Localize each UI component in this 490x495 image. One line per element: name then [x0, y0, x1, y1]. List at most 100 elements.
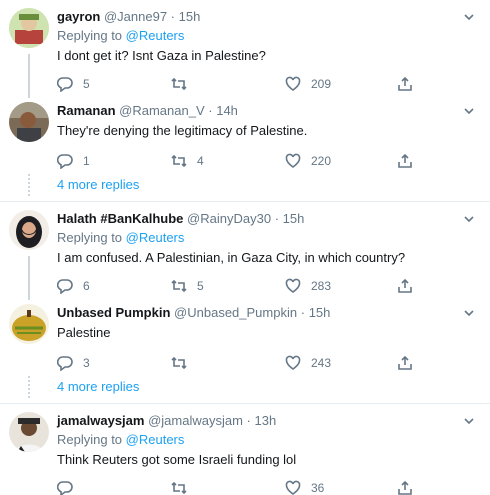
tweet-5[interactable]: jamalwaysjam @jamalwaysjam · 13h Replyin…	[0, 412, 490, 495]
reply-button[interactable]: 3	[57, 353, 90, 373]
reply-count: 5	[83, 77, 90, 91]
reply-button[interactable]: 6	[57, 276, 90, 296]
mention-link[interactable]: @Reuters	[126, 230, 185, 245]
tweet-text: Think Reuters got some Israeli funding l…	[57, 452, 297, 467]
avatar[interactable]	[9, 210, 49, 250]
show-more-replies-link[interactable]: 4 more replies	[57, 379, 139, 394]
share-button[interactable]	[397, 478, 413, 495]
avatar[interactable]	[9, 304, 49, 344]
chevron-down-icon	[464, 216, 474, 223]
reply-button[interactable]	[57, 478, 83, 495]
like-count: 283	[311, 279, 332, 293]
share-button[interactable]	[397, 151, 413, 171]
more-options-button[interactable]	[462, 104, 476, 118]
reply-count: 1	[83, 154, 90, 168]
reply-count: 6	[83, 279, 90, 293]
share-icon	[398, 355, 412, 370]
like-button[interactable]: 209	[285, 74, 331, 94]
retweet-button[interactable]: 4	[171, 151, 204, 171]
share-icon	[398, 480, 412, 495]
more-options-button[interactable]	[462, 10, 476, 24]
retweet-count: 5	[197, 279, 204, 293]
chevron-down-icon	[464, 14, 474, 21]
thread-connector	[28, 174, 30, 196]
heart-icon	[285, 355, 301, 370]
show-more-replies-link[interactable]: 4 more replies	[57, 177, 139, 192]
separator: ·	[300, 305, 306, 320]
more-options-button[interactable]	[462, 414, 476, 428]
share-button[interactable]	[397, 276, 413, 296]
reply-icon	[57, 77, 73, 92]
like-count: 36	[311, 481, 325, 495]
author-name[interactable]: Unbased Pumpkin	[57, 305, 170, 320]
tweet-2[interactable]: Ramanan @Ramanan_V · 14h They're denying…	[0, 102, 490, 169]
replying-prefix: Replying to	[57, 230, 123, 245]
like-count: 243	[311, 356, 332, 370]
author-name[interactable]: jamalwaysjam	[57, 413, 144, 428]
retweet-button[interactable]	[171, 353, 197, 373]
reply-button[interactable]: 5	[57, 74, 90, 94]
like-button[interactable]: 36	[285, 478, 324, 495]
tweet-text: I dont get it? Isnt Gaza in Palestine?	[57, 48, 266, 63]
replying-to: Replying to @Reuters	[57, 228, 476, 248]
divider	[0, 201, 490, 202]
share-button[interactable]	[397, 353, 413, 373]
separator: ·	[246, 413, 251, 428]
avatar[interactable]	[9, 412, 49, 452]
more-options-button[interactable]	[462, 212, 476, 226]
tweet-actions: 1 4 220	[57, 151, 476, 171]
tweet-actions: 3 243	[57, 353, 476, 373]
chevron-down-icon	[464, 108, 474, 115]
timestamp[interactable]: 15h	[283, 211, 305, 226]
like-button[interactable]: 283	[285, 276, 331, 296]
tweet-actions: 5 209	[57, 74, 476, 94]
retweet-button[interactable]	[171, 74, 197, 94]
retweet-icon	[171, 356, 187, 370]
share-icon	[398, 278, 412, 293]
mention-link[interactable]: @Reuters	[126, 432, 185, 447]
author-name[interactable]: gayron	[57, 9, 100, 24]
reply-count: 3	[83, 356, 90, 370]
mention-link[interactable]: @Reuters	[126, 28, 185, 43]
retweet-icon	[171, 154, 187, 168]
share-button[interactable]	[397, 74, 413, 94]
more-options-button[interactable]	[462, 306, 476, 320]
tweet-4[interactable]: Unbased Pumpkin @Unbased_Pumpkin · 15h P…	[0, 304, 490, 371]
tweet-text: Palestine	[57, 325, 111, 340]
author-handle[interactable]: @Janne97	[104, 9, 167, 24]
tweet-3[interactable]: Halath #BanKalhube @RainyDay30 · 15h Rep…	[0, 210, 490, 300]
avatar[interactable]	[9, 102, 49, 142]
reply-icon	[57, 481, 73, 495]
heart-icon	[285, 480, 301, 495]
tweet-text: They're denying the legitimacy of Palest…	[57, 123, 308, 138]
chevron-down-icon	[464, 418, 474, 425]
tweet-actions: 6 5 283	[57, 276, 476, 296]
author-handle[interactable]: @Unbased_Pumpkin	[174, 305, 297, 320]
thread-connector	[28, 376, 30, 398]
author-name[interactable]: Halath #BanKalhube	[57, 211, 183, 226]
avatar[interactable]	[9, 8, 49, 48]
timestamp[interactable]: 15h	[179, 9, 201, 24]
replying-to: Replying to @Reuters	[57, 430, 476, 450]
reply-icon	[57, 154, 73, 169]
reply-button[interactable]: 1	[57, 151, 90, 171]
replying-prefix: Replying to	[57, 432, 123, 447]
author-handle[interactable]: @Ramanan_V	[119, 103, 204, 118]
heart-icon	[285, 278, 301, 293]
timestamp[interactable]: 14h	[216, 103, 238, 118]
heart-icon	[285, 153, 301, 168]
author-handle[interactable]: @RainyDay30	[187, 211, 271, 226]
timestamp[interactable]: 15h	[309, 305, 331, 320]
like-button[interactable]: 220	[285, 151, 331, 171]
retweet-button[interactable]: 5	[171, 276, 204, 296]
author-handle[interactable]: @jamalwaysjam	[148, 413, 243, 428]
retweet-button[interactable]	[171, 478, 197, 495]
timestamp[interactable]: 13h	[255, 413, 277, 428]
author-name[interactable]: Ramanan	[57, 103, 116, 118]
reply-icon	[57, 279, 73, 294]
retweet-icon	[171, 481, 187, 495]
share-icon	[398, 76, 412, 91]
tweet-1[interactable]: gayron @Janne97 · 15h Replying to @Reute…	[0, 8, 490, 98]
like-button[interactable]: 243	[285, 353, 331, 373]
divider	[0, 403, 490, 404]
